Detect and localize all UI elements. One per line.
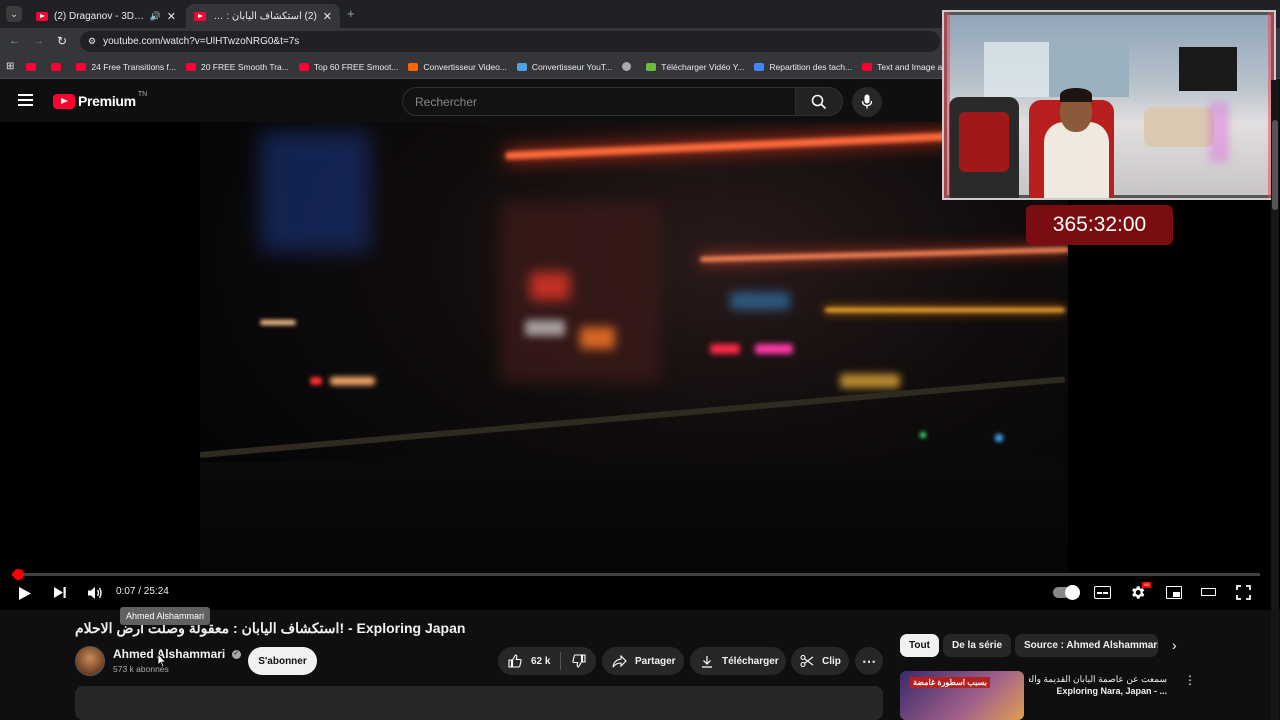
thumbnail-overlay-text: بسبب اسطورة غامضة <box>910 677 990 688</box>
theater-mode-icon[interactable] <box>1201 588 1216 596</box>
volume-icon[interactable] <box>87 586 103 600</box>
bookmark-label: Convertisseur YouT... <box>531 61 613 72</box>
more-actions-button[interactable]: ⋯ <box>855 647 883 675</box>
back-icon[interactable]: ← <box>9 35 20 47</box>
tab-label: (2) Draganov - 3DABI (Offic <box>54 10 146 22</box>
bookmark-label: Repartition des tach... <box>769 61 853 72</box>
menu-icon[interactable] <box>18 94 33 106</box>
close-tab-icon[interactable]: ✕ <box>167 10 176 23</box>
voice-search-button[interactable] <box>852 87 882 117</box>
bookmark-item[interactable]: Top 60 FREE Smoot... <box>298 61 399 72</box>
time-display: 0:07 / 25:24 <box>116 586 169 597</box>
share-icon <box>612 654 627 667</box>
share-button[interactable]: Partager <box>602 647 684 675</box>
thumbs-up-icon <box>508 654 522 668</box>
speaker-icon[interactable]: 🔊 <box>150 11 161 22</box>
next-icon[interactable] <box>53 586 67 599</box>
page-scrollbar[interactable] <box>1271 80 1279 720</box>
bookmark-label: 20 FREE Smooth Tra... <box>200 61 289 72</box>
bookmark-item[interactable] <box>622 62 636 71</box>
subscribe-button[interactable]: S'abonner <box>248 647 317 675</box>
stream-timer: 365:32:00 <box>1026 205 1173 245</box>
recommended-title-line1: سمعت عن عاصمة اليابان القديمة والغزلان <box>1029 674 1167 684</box>
tab-search-button[interactable]: ⌄ <box>6 6 22 22</box>
channel-avatar[interactable] <box>75 646 105 676</box>
bookmark-item[interactable]: Convertisseur Video... <box>408 61 507 72</box>
channel-tooltip: Ahmed Alshammari <box>120 607 211 625</box>
video-frame <box>200 122 1068 574</box>
miniplayer-icon[interactable] <box>1166 586 1182 599</box>
tab-label: (2) استكشاف اليابان : معقولة وح <box>212 10 317 22</box>
download-icon <box>702 655 712 668</box>
youtube-premium-logo[interactable]: Premium TN <box>53 90 148 109</box>
microphone-icon <box>861 94 873 109</box>
bookmark-item[interactable]: Repartition des tach... <box>754 62 852 72</box>
more-vertical-icon[interactable]: ⋮ <box>1184 673 1196 687</box>
url-text: youtube.com/watch?v=UlHTwzoNRG0&t=7s <box>103 36 300 47</box>
bookmark-youtube-1[interactable] <box>26 62 41 71</box>
fullscreen-icon[interactable] <box>1236 585 1251 600</box>
recommended-title-line2: Exploring Nara, Japan - ... <box>1056 686 1167 696</box>
search-button[interactable] <box>795 87 843 116</box>
bookmark-youtube-2[interactable] <box>51 62 66 71</box>
bookmark-item[interactable]: 24 Free Transitions f... <box>76 62 176 72</box>
logo-text: Premium <box>78 93 136 109</box>
share-label: Partager <box>635 655 676 667</box>
thumbs-down-icon <box>572 654 586 668</box>
search-input[interactable]: Rechercher <box>402 87 796 116</box>
forward-icon[interactable]: → <box>33 35 44 47</box>
bookmark-label: Convertisseur Video... <box>423 61 507 72</box>
clip-button[interactable]: Clip <box>791 647 849 675</box>
close-tab-icon[interactable]: ✕ <box>323 10 332 23</box>
tab-draganov[interactable]: (2) Draganov - 3DABI (Offic 🔊 ✕ <box>28 4 184 28</box>
chip-series[interactable]: De la série <box>943 634 1012 657</box>
logo-country: TN <box>137 90 148 98</box>
webcam-overlay <box>942 10 1276 200</box>
search-icon <box>811 94 827 110</box>
reload-icon[interactable]: ↻ <box>57 34 67 48</box>
description-box[interactable] <box>75 686 883 720</box>
download-button[interactable]: Télécharger <box>690 647 786 675</box>
player-controls: 0:07 / 25:24 HD <box>0 572 1280 610</box>
bookmark-item[interactable]: Convertisseur YouT... <box>516 61 613 72</box>
channel-name-text: Ahmed Alshammari <box>113 647 226 661</box>
autoplay-toggle[interactable] <box>1053 585 1080 600</box>
tab-exploring-japan[interactable]: (2) استكشاف اليابان : معقولة وح ✕ <box>186 4 340 28</box>
mouse-cursor-icon <box>157 653 167 668</box>
bookmark-item[interactable]: Télécharger Vidéo Y... <box>646 62 744 72</box>
dislike-button[interactable] <box>561 654 586 668</box>
chip-source[interactable]: Source : Ahmed Alshammari <box>1015 634 1158 657</box>
like-button[interactable]: 62 k <box>498 654 560 668</box>
recommended-thumbnail[interactable]: بسبب اسطورة غامضة <box>900 671 1024 720</box>
channel-name[interactable]: Ahmed Alshammari ✓ <box>113 647 241 661</box>
download-label: Télécharger <box>722 655 779 667</box>
like-count: 62 k <box>531 655 551 667</box>
chip-all[interactable]: Tout <box>900 634 939 657</box>
scissors-icon <box>800 654 814 668</box>
chevron-right-icon[interactable]: › <box>1172 637 1177 653</box>
hd-badge: HD <box>1142 582 1151 588</box>
bookmark-item[interactable]: 20 FREE Smooth Tra... <box>185 61 289 72</box>
more-horizontal-icon: ⋯ <box>862 652 876 669</box>
bookmark-label: Top 60 FREE Smoot... <box>313 61 399 72</box>
recommended-title[interactable]: سمعت عن عاصمة اليابان القديمة والغزلان E… <box>1029 673 1167 697</box>
verified-icon: ✓ <box>231 650 241 660</box>
youtube-favicon-icon <box>194 11 206 21</box>
site-info-icon[interactable]: ⚙ <box>88 36 96 47</box>
youtube-logo-icon <box>53 93 75 109</box>
address-bar[interactable]: ⚙ youtube.com/watch?v=UlHTwzoNRG0&t=7s <box>80 31 940 52</box>
subtitles-icon[interactable] <box>1094 586 1111 599</box>
like-dislike-group: 62 k <box>498 647 596 675</box>
apps-icon[interactable]: ⊞ <box>6 61 14 72</box>
play-icon[interactable] <box>18 586 32 601</box>
bookmark-label: Télécharger Vidéo Y... <box>661 61 745 72</box>
youtube-favicon-icon <box>36 11 48 21</box>
bookmark-label: 24 Free Transitions f... <box>91 61 176 72</box>
clip-label: Clip <box>822 655 841 667</box>
new-tab-icon[interactable]: + <box>347 6 355 21</box>
